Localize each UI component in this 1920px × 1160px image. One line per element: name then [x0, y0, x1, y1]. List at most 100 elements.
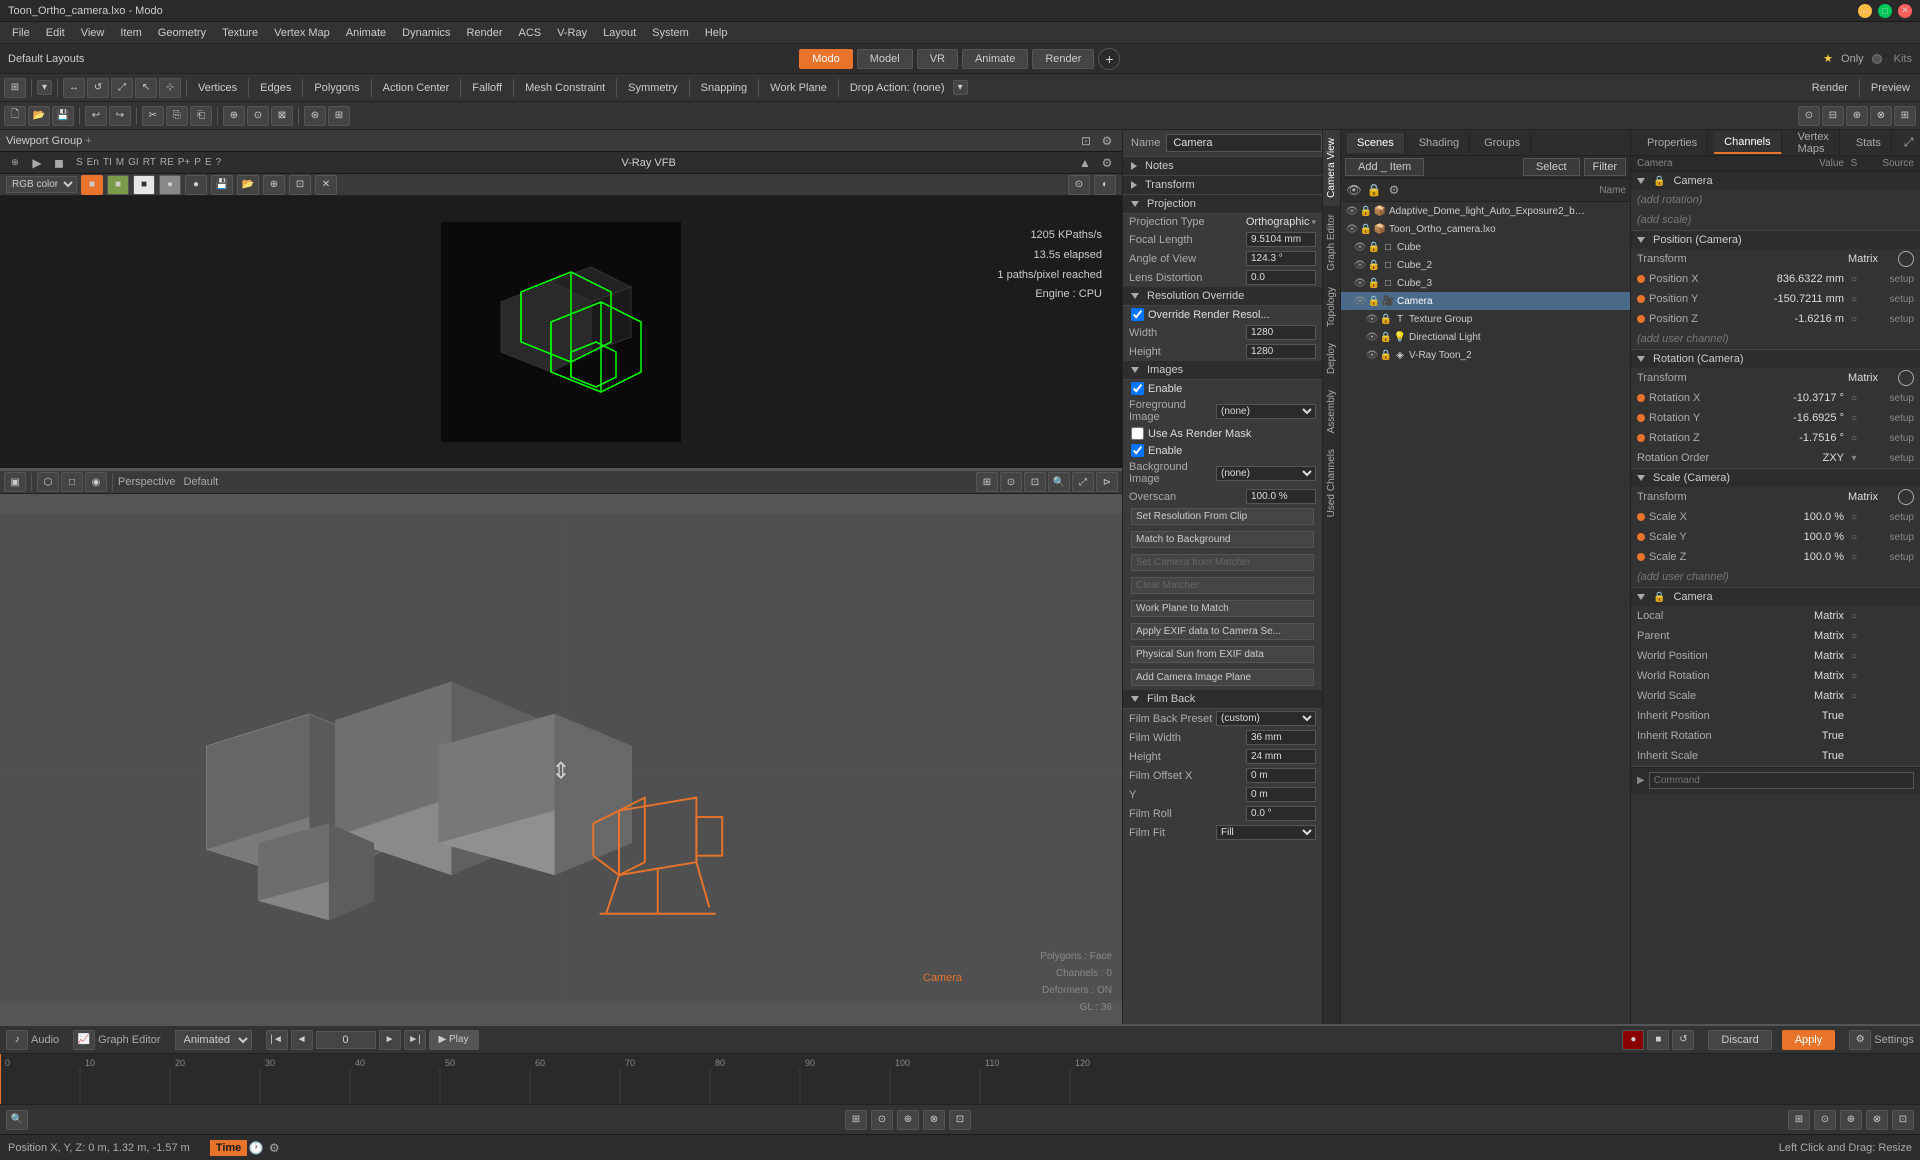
override-checkbox[interactable] — [1131, 308, 1144, 321]
color-btn4[interactable]: ● — [159, 175, 181, 195]
film-roll-input[interactable] — [1246, 806, 1316, 821]
right-tb-btn5[interactable]: ⊞ — [1894, 106, 1916, 126]
match-background-btn[interactable]: Match to Background — [1131, 531, 1314, 548]
mode-render[interactable]: Render — [1032, 49, 1094, 69]
bottom-right-btn3[interactable]: ⊕ — [1840, 1110, 1862, 1130]
lock-btn-pos[interactable] — [1898, 251, 1914, 267]
new-btn[interactable]: 🗋 — [4, 106, 26, 126]
vfb-stop-icon[interactable]: ◼ — [50, 154, 68, 172]
color-mode-select[interactable]: RGB color — [6, 176, 77, 193]
menu-item[interactable]: Item — [112, 25, 149, 41]
right-tb-btn4[interactable]: ⊗ — [1870, 106, 1892, 126]
lock-btn-rot[interactable] — [1898, 370, 1914, 386]
bottom-tb1[interactable]: ⊞ — [845, 1110, 867, 1130]
overscan-input[interactable] — [1246, 489, 1316, 504]
bottom-tb5[interactable]: ⊡ — [949, 1110, 971, 1130]
work-plane-label[interactable]: Work Plane — [764, 82, 833, 94]
background-select[interactable]: (none) — [1216, 466, 1316, 481]
rot-btn[interactable]: ⊙ — [247, 106, 269, 126]
vert-tab-graph[interactable]: Graph Editor — [1323, 206, 1340, 279]
work-plane-btn[interactable]: Work Plane to Match — [1131, 600, 1314, 617]
camera-section-header[interactable]: 🔒 Camera — [1631, 172, 1920, 190]
right-tb-btn2[interactable]: ⊟ — [1822, 106, 1844, 126]
vp-expand-btn[interactable]: ⤢ — [1072, 472, 1094, 492]
color-save-btn[interactable]: 💾 — [211, 175, 233, 195]
vp-fit-btn[interactable]: ⊡ — [1024, 472, 1046, 492]
bottom-tb4[interactable]: ⊗ — [923, 1110, 945, 1130]
set-camera-btn[interactable]: Set Camera from Matcher — [1131, 554, 1314, 571]
next-end-btn[interactable]: ►| — [404, 1030, 426, 1050]
scene-icon1[interactable]: 👁 — [1345, 181, 1363, 199]
menu-render[interactable]: Render — [458, 25, 510, 41]
tree-item-camera[interactable]: 👁 🔒 🎥 Camera — [1341, 292, 1630, 310]
vfb-play-icon[interactable]: ▶ — [28, 154, 46, 172]
color-btn5[interactable]: ● — [185, 175, 207, 195]
foreground-select[interactable]: (none) — [1216, 404, 1316, 419]
film-fit-select[interactable]: Fill — [1216, 825, 1316, 840]
color-region-btn[interactable]: ⊡ — [289, 175, 311, 195]
mesh-constraint-label[interactable]: Mesh Constraint — [519, 82, 611, 94]
paste-btn[interactable]: ⎗ — [190, 106, 212, 126]
vert-tab-topo[interactable]: Topology — [1323, 279, 1340, 335]
open-btn[interactable]: 📂 — [28, 106, 50, 126]
vfb-right-btn1[interactable]: ⊙ — [1068, 175, 1090, 195]
bottom-tb2[interactable]: ⊙ — [871, 1110, 893, 1130]
scale-btn[interactable]: ⤢ — [111, 78, 133, 98]
add-item-button[interactable]: Add _ Item — [1345, 158, 1424, 176]
pivot-btn[interactable]: ⊛ — [304, 106, 326, 126]
time-marker[interactable]: Time — [210, 1140, 247, 1156]
tab-vertex-maps[interactable]: Vertex Maps — [1788, 130, 1840, 159]
menu-file[interactable]: File — [4, 25, 38, 41]
vp-shading-btn[interactable]: ⬡ — [37, 472, 59, 492]
perspective-label[interactable]: Perspective — [118, 476, 175, 488]
discard-btn[interactable]: Discard — [1708, 1030, 1771, 1050]
add-mode-button[interactable]: + — [1098, 48, 1120, 70]
graph-editor-btn[interactable]: 📈 — [73, 1030, 95, 1050]
film-y-input[interactable] — [1246, 787, 1316, 802]
transform-section[interactable]: Transform — [1123, 176, 1322, 195]
maximize-button[interactable]: □ — [1878, 4, 1892, 18]
width-input[interactable] — [1246, 325, 1316, 340]
menu-acs[interactable]: ACS — [511, 25, 550, 41]
menu-view[interactable]: View — [73, 25, 113, 41]
tree-item-cube3[interactable]: 👁 🔒 □ Cube_3 — [1341, 274, 1630, 292]
settings-dot[interactable] — [1872, 54, 1882, 64]
tree-item-cube2[interactable]: 👁 🔒 □ Cube_2 — [1341, 256, 1630, 274]
vp-cam-btn[interactable]: ⊙ — [1000, 472, 1022, 492]
images-section[interactable]: Images — [1123, 361, 1322, 380]
copy-btn[interactable]: ⎘ — [166, 106, 188, 126]
preview-label[interactable]: Preview — [1865, 82, 1916, 94]
angle-view-input[interactable] — [1246, 251, 1316, 266]
render-mask-checkbox[interactable] — [1131, 427, 1144, 440]
bottom-right-btn4[interactable]: ⊗ — [1866, 1110, 1888, 1130]
props-expand-btn[interactable]: ⤢ — [1904, 134, 1914, 152]
vert-tab-channels[interactable]: Used Channels — [1323, 441, 1340, 525]
stop-btn[interactable]: ■ — [1647, 1030, 1669, 1050]
right-tb-btn3[interactable]: ⊕ — [1846, 106, 1868, 126]
menu-vray[interactable]: V-Ray — [549, 25, 595, 41]
menu-animate[interactable]: Animate — [338, 25, 394, 41]
vfb-collapse-btn[interactable]: ▲ — [1076, 154, 1094, 172]
tab-shading[interactable]: Shading — [1409, 133, 1470, 153]
film-back-section[interactable]: Film Back — [1123, 690, 1322, 709]
time-clock-btn[interactable]: 🕐 — [247, 1139, 265, 1157]
tree-item-vray-toon[interactable]: 👁 🔒 ◈ V-Ray Toon_2 — [1341, 346, 1630, 364]
action-center-label[interactable]: Action Center — [377, 82, 456, 94]
vp-layout-btn[interactable]: ▣ — [4, 472, 26, 492]
color-btn1[interactable]: ■ — [81, 175, 103, 195]
frame-input[interactable] — [316, 1031, 376, 1049]
bottom-right-btn5[interactable]: ⊡ — [1892, 1110, 1914, 1130]
drop-action-dropdown[interactable]: ▾ — [953, 80, 968, 95]
physical-sun-btn[interactable]: Physical Sun from EXIF data — [1131, 646, 1314, 663]
render-label[interactable]: Render — [1806, 82, 1854, 94]
command-input[interactable] — [1649, 772, 1914, 789]
bottom-right-btn2[interactable]: ⊙ — [1814, 1110, 1836, 1130]
bottom-tb3[interactable]: ⊕ — [897, 1110, 919, 1130]
menu-texture[interactable]: Texture — [214, 25, 266, 41]
menu-system[interactable]: System — [644, 25, 697, 41]
audio-btn[interactable]: ♪ — [6, 1030, 28, 1050]
lens-distortion-input[interactable] — [1246, 270, 1316, 285]
tree-item-1[interactable]: 👁 🔒 📦 Toon_Ortho_camera.lxo — [1341, 220, 1630, 238]
tab-groups[interactable]: Groups — [1474, 133, 1531, 153]
viewport-body[interactable]: ⇕ Camera Polygons : Face Channels : 0 De… — [0, 494, 1122, 1024]
